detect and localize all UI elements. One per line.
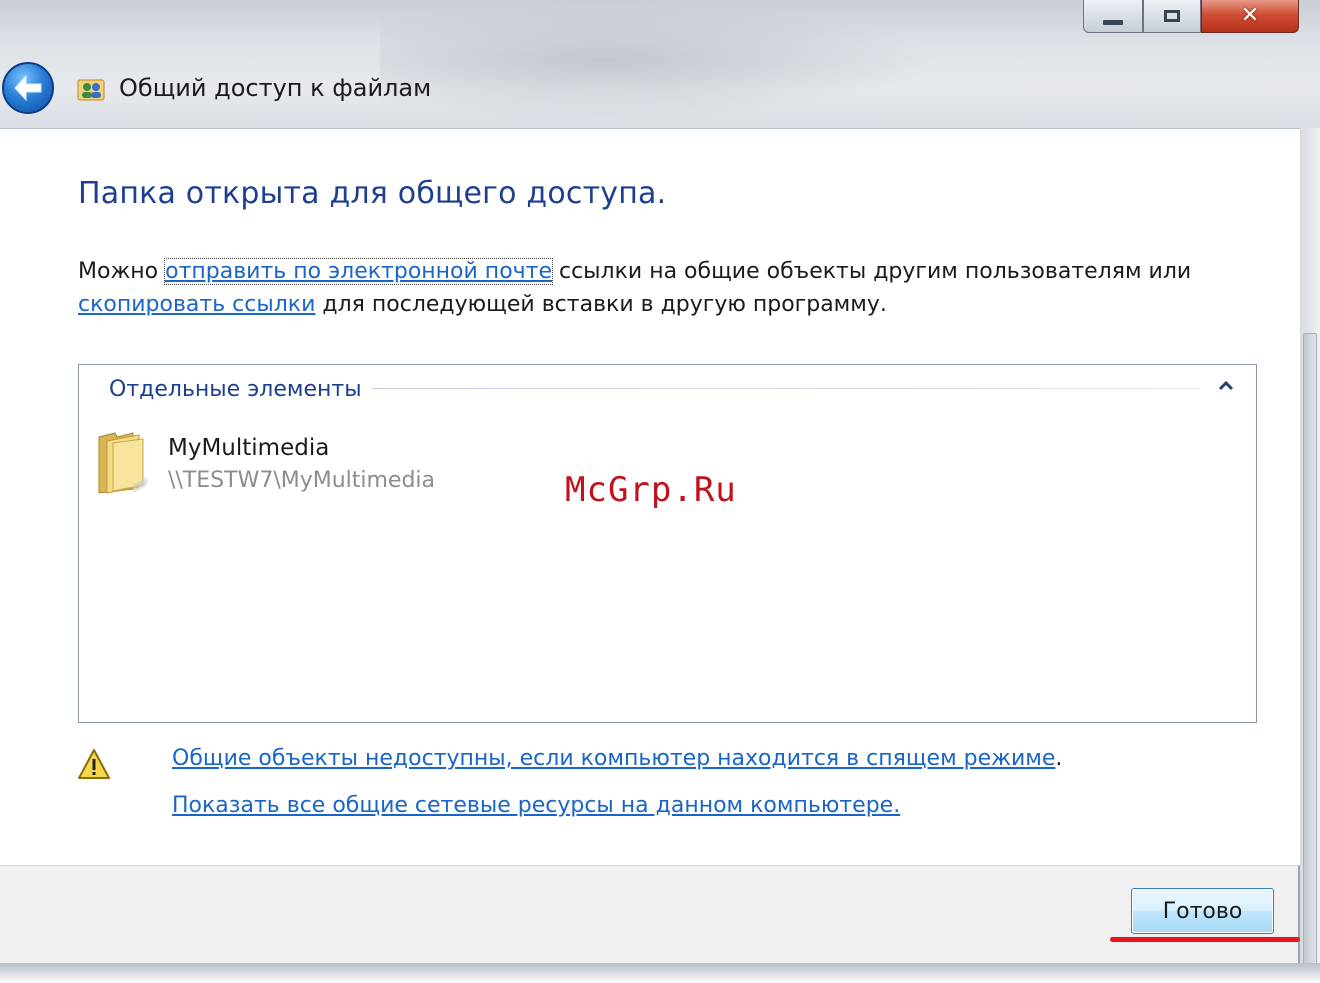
item-path: \\TESTW7\MyMultimedia (168, 468, 436, 493)
done-button[interactable]: Готово (1131, 888, 1274, 934)
minimize-icon (1103, 19, 1123, 25)
window-bottom-edge (0, 963, 1320, 983)
email-link[interactable]: отправить по электронной почте (164, 258, 553, 285)
watermark: McGrp.Ru (565, 470, 737, 510)
intro-suffix: для последующей вставки в другую програм… (315, 292, 887, 317)
show-all-shares-link[interactable]: Показать все общие сетевые ресурсы на да… (172, 793, 900, 818)
warning-icon (77, 748, 111, 780)
copy-links-link[interactable]: скопировать ссылки (78, 292, 315, 317)
intro-paragraph: Можно отправить по электронной почте ссы… (78, 255, 1258, 321)
background-blur (380, 0, 940, 120)
page-heading: Папка открыта для общего доступа. (78, 176, 667, 211)
collapse-group-button[interactable] (1215, 375, 1237, 397)
file-sharing-icon (76, 74, 106, 104)
sleep-warning: Общие объекты недоступны, если компьютер… (172, 746, 1062, 771)
item-name[interactable]: MyMultimedia (168, 435, 329, 461)
maximize-button[interactable] (1143, 0, 1201, 33)
back-button[interactable] (2, 62, 54, 114)
window-title: Общий доступ к файлам (119, 74, 432, 102)
minimize-button[interactable] (1083, 0, 1143, 33)
chevron-up-icon (1218, 381, 1234, 391)
group-header[interactable]: Отдельные элементы (109, 377, 372, 402)
dialog-footer (0, 865, 1300, 965)
group-divider (369, 388, 1199, 389)
sleep-warning-period: . (1055, 746, 1063, 771)
intro-prefix: Можно (78, 259, 166, 284)
shared-items-list: Отдельные элементы MyMultimedia \\TESTW7… (78, 364, 1257, 723)
close-icon: ✕ (1240, 3, 1260, 28)
intro-middle: ссылки на общие объекты другим пользоват… (552, 259, 1192, 284)
scrollbar[interactable] (1300, 128, 1320, 965)
folder-icon[interactable] (93, 427, 151, 499)
maximize-icon (1164, 10, 1180, 22)
sleep-warning-link[interactable]: Общие объекты недоступны, если компьютер… (172, 746, 1055, 771)
close-button[interactable]: ✕ (1201, 0, 1299, 33)
back-arrow-icon (14, 74, 42, 102)
scrollbar-thumb[interactable] (1303, 333, 1317, 965)
highlight-underline (1110, 937, 1300, 942)
